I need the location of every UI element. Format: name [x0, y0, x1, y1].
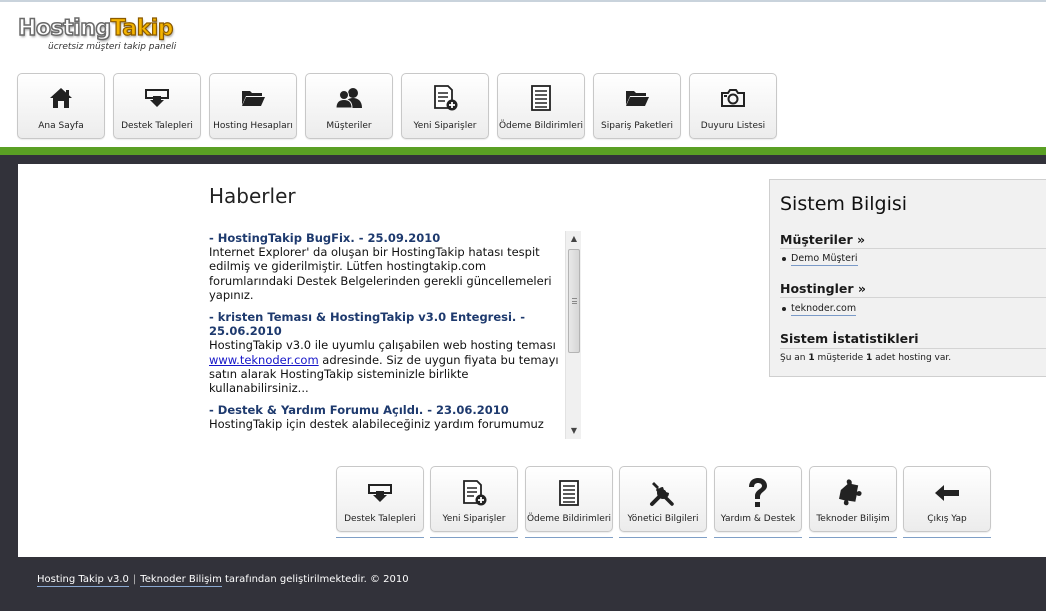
- bullet-icon: [782, 256, 786, 261]
- hostings-heading-link[interactable]: Hostingler »: [780, 281, 866, 296]
- logout-button[interactable]: Çıkış Yap: [903, 466, 991, 532]
- button-underline: [714, 537, 802, 538]
- news-title: Haberler: [209, 184, 296, 208]
- footer-separator: |: [132, 574, 137, 585]
- button-label: Yardım & Destek: [720, 514, 796, 524]
- nav-customers-button[interactable]: Müşteriler: [305, 73, 393, 139]
- top-border: [0, 0, 1046, 2]
- divider: [780, 248, 1046, 249]
- nav-home-button[interactable]: Ana Sayfa: [17, 73, 105, 139]
- support-inbox-icon: [142, 85, 172, 111]
- news-scrollbar[interactable]: ▲ ▼: [565, 231, 581, 439]
- divider: [780, 348, 1046, 349]
- button-label: Teknoder Bilişim: [816, 514, 890, 524]
- question-icon: [741, 477, 775, 509]
- nav-label: Yeni Siparişler: [413, 121, 477, 131]
- nav-label: Ana Sayfa: [38, 121, 84, 131]
- hosting-item[interactable]: teknoder.com: [782, 303, 857, 316]
- customers-heading-link[interactable]: Müşteriler »: [780, 232, 865, 247]
- news-link[interactable]: www.teknoder.com: [209, 353, 319, 367]
- nav-label: Sipariş Paketleri: [601, 121, 673, 131]
- button-label: Yeni Siparişler: [442, 514, 506, 524]
- nav-label: Müşteriler: [326, 121, 372, 131]
- help-support-button[interactable]: Yardım & Destek: [714, 466, 802, 532]
- scroll-thumb[interactable]: [568, 249, 580, 353]
- document-icon: [526, 85, 556, 111]
- news-item: - HostingTakip BugFix. - 25.09.2010 Inte…: [209, 231, 563, 302]
- new-document-icon: [457, 477, 491, 509]
- button-underline: [525, 537, 613, 538]
- nav-order-packages-button[interactable]: Sipariş Paketleri: [593, 73, 681, 139]
- tools-icon: [646, 477, 680, 509]
- nav-label: Ödeme Bildirimleri: [498, 121, 584, 131]
- arrow-left-icon: [930, 477, 964, 509]
- logo-tagline: ücretsiz müşteri takip paneli: [48, 42, 177, 52]
- system-info-title: Sistem Bilgisi: [780, 193, 908, 215]
- news-body: HostingTakip için destek alabileceğiniz …: [209, 417, 544, 432]
- nav-support-tickets-button[interactable]: Destek Talepleri: [113, 73, 201, 139]
- scroll-down-icon[interactable]: ▼: [566, 423, 581, 439]
- nav-label: Duyuru Listesi: [700, 121, 766, 131]
- system-info-box: Sistem Bilgisi Müşteriler » Demo Müşteri…: [769, 179, 1046, 377]
- button-label: Yönetici Bilgileri: [627, 514, 699, 524]
- logo[interactable]: HostingTakip ücretsiz müşteri takip pane…: [17, 14, 178, 60]
- new-document-icon: [430, 85, 460, 111]
- logo-wordmark: HostingTakip: [17, 15, 174, 42]
- footer-product-link[interactable]: Hosting Takip v3.0: [37, 574, 129, 587]
- button-underline: [430, 537, 518, 538]
- button-underline: [809, 537, 897, 538]
- home-icon: [46, 85, 76, 111]
- stats-heading: Sistem İstatistikleri: [780, 331, 919, 346]
- news-headline[interactable]: - Destek & Yardım Forumu Açıldı. - 23.06…: [209, 403, 563, 417]
- scroll-up-icon[interactable]: ▲: [566, 231, 581, 247]
- button-underline: [619, 537, 707, 538]
- teknoder-button[interactable]: Teknoder Bilişim: [809, 466, 897, 532]
- nav-label: Hosting Hesapları: [213, 121, 293, 131]
- support-tickets-button[interactable]: Destek Talepleri: [336, 466, 424, 532]
- news-headline[interactable]: - HostingTakip BugFix. - 25.09.2010: [209, 231, 563, 245]
- accent-bar: [0, 147, 1046, 155]
- support-inbox-icon: [363, 477, 397, 509]
- button-label: Destek Talepleri: [344, 514, 416, 524]
- folder-icon: [622, 85, 652, 111]
- new-orders-button[interactable]: Yeni Siparişler: [430, 466, 518, 532]
- button-underline: [903, 537, 991, 538]
- button-label: Çıkış Yap: [927, 514, 967, 524]
- payment-notices-button[interactable]: Ödeme Bildirimleri: [525, 466, 613, 532]
- news-body: Internet Explorer' da oluşan bir Hosting…: [209, 245, 552, 302]
- camera-icon: [718, 85, 748, 111]
- button-underline: [336, 537, 424, 538]
- grip-icon: [572, 298, 577, 304]
- admin-info-button[interactable]: Yönetici Bilgileri: [619, 466, 707, 532]
- folder-icon: [238, 85, 268, 111]
- customer-item[interactable]: Demo Müşteri: [782, 253, 858, 266]
- nav-payment-notices-button[interactable]: Ödeme Bildirimleri: [497, 73, 585, 139]
- button-label: Ödeme Bildirimleri: [526, 514, 612, 524]
- news-headline[interactable]: - kristen Teması & HostingTakip v3.0 Ent…: [209, 310, 563, 338]
- nav-announcements-button[interactable]: Duyuru Listesi: [689, 73, 777, 139]
- puzzle-icon: [836, 477, 870, 509]
- document-icon: [552, 477, 586, 509]
- footer-company-link[interactable]: Teknoder Bilişim: [140, 574, 222, 587]
- stats-text: Şu an 1 müşteride 1 adet hosting var.: [780, 353, 952, 363]
- news-item: - Destek & Yardım Forumu Açıldı. - 23.06…: [209, 403, 563, 431]
- footer-text: tarafından geliştirilmektedir. © 2010: [221, 574, 409, 585]
- users-icon: [334, 85, 364, 111]
- divider: [780, 297, 1046, 298]
- nav-new-orders-button[interactable]: Yeni Siparişler: [401, 73, 489, 139]
- news-scroll-box[interactable]: - HostingTakip BugFix. - 25.09.2010 Inte…: [209, 231, 581, 439]
- news-body: HostingTakip v3.0 ile uyumlu çalışabilen…: [209, 338, 559, 396]
- footer: Hosting Takip v3.0 | Teknoder Bilişim tara…: [37, 574, 409, 587]
- nav-label: Destek Talepleri: [121, 121, 193, 131]
- nav-hosting-accounts-button[interactable]: Hosting Hesapları: [209, 73, 297, 139]
- bullet-icon: [782, 306, 786, 311]
- news-list: - HostingTakip BugFix. - 25.09.2010 Inte…: [209, 231, 563, 439]
- news-item: - kristen Teması & HostingTakip v3.0 Ent…: [209, 310, 563, 395]
